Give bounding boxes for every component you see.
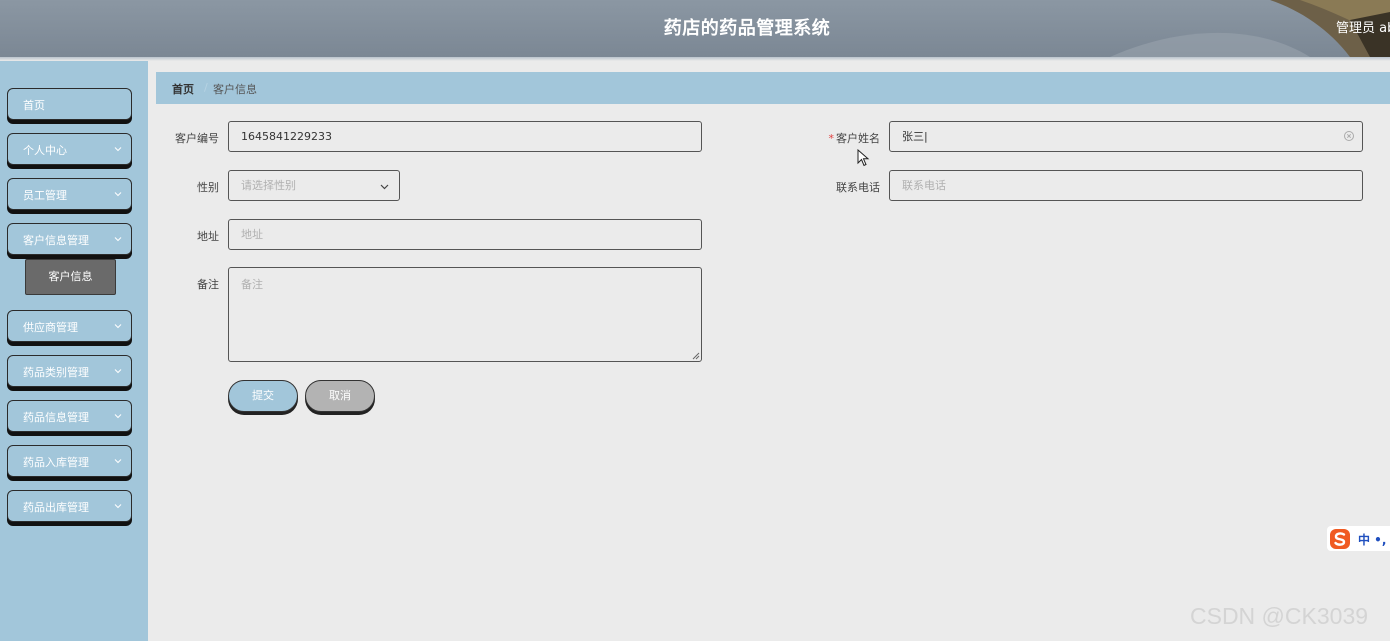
chevron-down-icon	[114, 504, 122, 509]
sidebar-item-personal-center[interactable]: 个人中心	[7, 133, 132, 165]
sidebar-item-supplier[interactable]: 供应商管理	[7, 310, 132, 342]
chevron-down-icon	[114, 369, 122, 374]
gender-select-placeholder: 请选择性别	[241, 179, 296, 192]
chevron-down-icon	[114, 324, 122, 329]
sidebar-item-label: 供应商管理	[23, 321, 78, 334]
chevron-down-icon	[114, 414, 122, 419]
cancel-button[interactable]: 取消	[305, 380, 375, 412]
chevron-down-icon	[114, 459, 122, 464]
ime-indicator[interactable]: 中 •,	[1327, 526, 1390, 551]
submit-button[interactable]: 提交	[228, 380, 298, 412]
chevron-down-icon	[114, 192, 122, 197]
sidebar-item-label: 客户信息管理	[23, 234, 89, 247]
watermark: CSDN @CK3039	[1190, 603, 1369, 629]
sidebar-item-drug-info[interactable]: 药品信息管理	[7, 400, 132, 432]
sidebar-item-label: 药品类别管理	[23, 366, 89, 379]
remark-placeholder: 备注	[241, 278, 263, 291]
required-marker: *	[828, 132, 835, 145]
address-input[interactable]: 地址	[228, 219, 702, 250]
customer-id-label: 客户编号	[175, 132, 219, 145]
sogou-logo-icon	[1330, 529, 1350, 549]
phone-label: 联系电话	[836, 181, 880, 194]
sidebar-item-drug-inbound[interactable]: 药品入库管理	[7, 445, 132, 477]
header-divider	[0, 57, 1390, 61]
sidebar-item-customer[interactable]: 客户信息管理	[7, 223, 132, 255]
chevron-down-icon	[114, 147, 122, 152]
user-area: 管理员 abo	[1330, 0, 1390, 57]
customer-name-input[interactable]: 张三|	[889, 121, 1363, 152]
sidebar-item-employee[interactable]: 员工管理	[7, 178, 132, 210]
sidebar-item-label: 药品出库管理	[23, 501, 89, 514]
resize-grip-icon[interactable]	[692, 352, 700, 360]
sidebar-item-label: 个人中心	[23, 144, 67, 157]
customer-id-input[interactable]: 1645841229233	[228, 121, 702, 152]
customer-name-label-text: 客户姓名	[836, 132, 880, 145]
sidebar-item-home[interactable]: 首页	[7, 88, 132, 120]
gender-select[interactable]: 请选择性别	[228, 170, 400, 201]
sidebar-subitem-customer-info[interactable]: 客户信息	[25, 259, 116, 295]
breadcrumb-separator: /	[204, 81, 208, 94]
customer-name-label: * 客户姓名	[800, 130, 881, 146]
chevron-down-icon	[114, 237, 122, 242]
top-header: 药店的药品管理系统 管理员 abo	[0, 0, 1390, 57]
breadcrumb-current: 客户信息	[213, 83, 257, 96]
customer-name-value: 张三|	[902, 130, 928, 143]
breadcrumb: 首页 / 客户信息	[156, 72, 1390, 104]
sidebar-item-label: 药品信息管理	[23, 411, 89, 424]
mouse-cursor-icon	[857, 149, 870, 167]
clear-icon[interactable]	[1343, 130, 1355, 142]
remark-label: 备注	[197, 278, 219, 291]
sidebar-item-label: 首页	[23, 99, 45, 112]
chevron-down-icon	[380, 184, 389, 190]
app-title: 药店的药品管理系统	[663, 18, 831, 39]
sidebar: 首页 个人中心 员工管理 客户信息管理 客户信息 供应商管理 药品类别管理 药品…	[0, 61, 148, 641]
sidebar-item-label: 药品入库管理	[23, 456, 89, 469]
sidebar-item-label: 员工管理	[23, 189, 67, 202]
remark-textarea[interactable]: 备注	[228, 267, 702, 362]
breadcrumb-home[interactable]: 首页	[172, 81, 194, 97]
sidebar-item-drug-outbound[interactable]: 药品出库管理	[7, 490, 132, 522]
gender-label: 性别	[197, 181, 219, 194]
user-label[interactable]: 管理员 abo	[1336, 17, 1390, 36]
sidebar-item-drug-category[interactable]: 药品类别管理	[7, 355, 132, 387]
phone-input[interactable]: 联系电话	[889, 170, 1363, 201]
address-label: 地址	[197, 230, 219, 243]
ime-mode-text: 中 •,	[1358, 533, 1387, 547]
